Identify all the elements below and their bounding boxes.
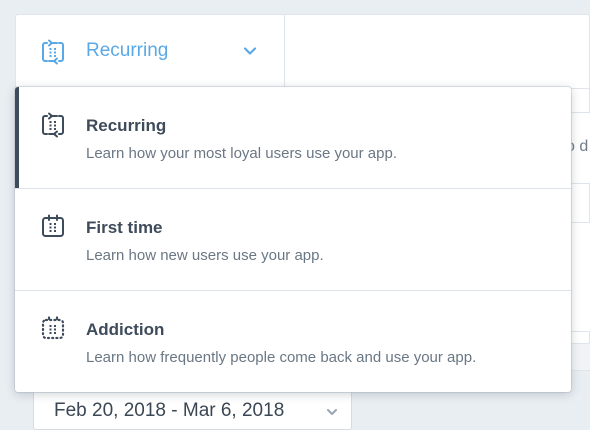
report-type-selector[interactable]: Recurring — [16, 15, 284, 87]
menu-item-title: Addiction — [86, 320, 165, 339]
menu-item-title: First time — [86, 218, 163, 237]
chevron-down-icon — [242, 43, 258, 59]
menu-item-description: Learn how your most loyal users use your… — [86, 145, 397, 162]
menu-item-title: Recurring — [86, 116, 167, 135]
chevron-down-icon — [325, 405, 339, 419]
report-type-menu: Recurring Learn how your most loyal user… — [15, 87, 571, 392]
menu-item-addiction[interactable]: Addiction Learn how frequently people co… — [15, 291, 571, 392]
header-divider — [284, 14, 285, 88]
recurring-calendar-icon — [39, 38, 67, 66]
date-range-value: Feb 20, 2018 - Mar 6, 2018 — [54, 400, 285, 421]
menu-item-description: Learn how frequently people come back an… — [86, 349, 477, 366]
calendar-icon — [39, 213, 67, 241]
selector-label: Recurring — [86, 40, 169, 61]
menu-item-description: Learn how new users use your app. — [86, 247, 324, 264]
menu-item-first-time[interactable]: First time Learn how new users use your … — [15, 189, 571, 290]
date-range-picker[interactable]: Feb 20, 2018 - Mar 6, 2018 — [33, 390, 352, 430]
dotted-calendar-icon — [39, 315, 67, 343]
recurring-calendar-icon — [39, 111, 67, 139]
menu-item-recurring[interactable]: Recurring Learn how your most loyal user… — [15, 87, 571, 188]
